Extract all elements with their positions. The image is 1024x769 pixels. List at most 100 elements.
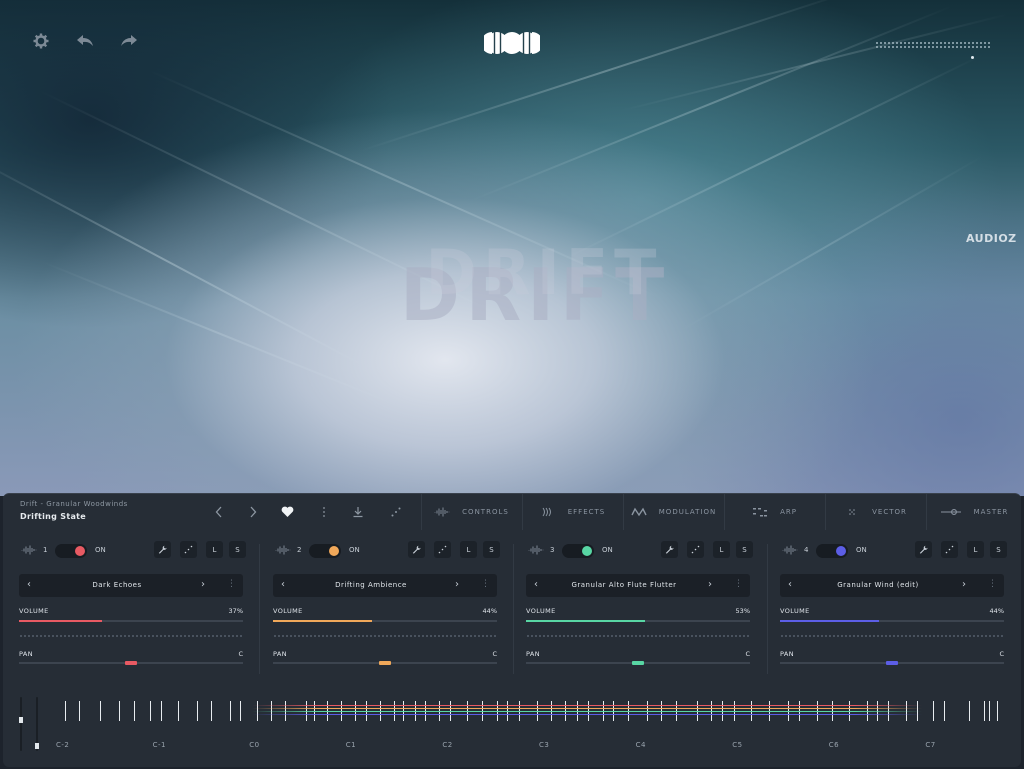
chevron-right-icon[interactable]: › [201,579,205,590]
octave-label: C6 [828,741,840,749]
undo-icon[interactable] [74,30,96,52]
layer-2: 2 ON L S ‹ Drifting Ambience › ⋮ VOLUME … [273,541,511,677]
pan-slider[interactable] [526,661,750,665]
mod-wheels [18,697,48,751]
layer-lock-button[interactable]: L [967,541,984,558]
pitch-wheel[interactable] [19,697,23,751]
vertical-dots-icon[interactable]: ⋮ [227,579,236,589]
gear-icon[interactable] [30,30,52,52]
pan-slider[interactable] [273,661,497,665]
wrench-icon [665,545,674,554]
vertical-dots-icon[interactable]: ⋮ [988,579,997,589]
control-panel: Drift - Granular Woodwinds Drifting Stat… [3,493,1021,767]
key-marker [134,701,135,721]
volume-slider[interactable] [19,620,243,622]
chevron-right-icon[interactable]: › [455,579,459,590]
layer-number: 4 [804,546,809,554]
wrench-icon [158,545,167,554]
preset-info[interactable]: Drift - Granular Woodwinds Drifting Stat… [20,500,128,521]
layer-preset-selector[interactable]: ‹ Granular Alto Flute Flutter › ⋮ [526,574,750,597]
randomize-button[interactable] [388,504,404,520]
pitch-wheel-handle[interactable] [19,717,23,723]
tab-arp[interactable]: ARP [724,494,824,530]
dotted-divider [526,635,750,637]
layer-lock-button[interactable]: L [713,541,730,558]
pan-handle[interactable] [886,661,898,665]
layer-randomize-button[interactable] [941,541,958,558]
tab-vector[interactable]: VECTOR [825,494,925,530]
layer-power-toggle[interactable] [55,544,87,558]
layer-randomize-button[interactable] [434,541,451,558]
dotted-divider [780,635,1004,637]
layer-randomize-button[interactable] [687,541,704,558]
signal-icon [542,507,551,517]
layer-preset-selector[interactable]: ‹ Dark Echoes › ⋮ [19,574,243,597]
layer-edit-button[interactable] [154,541,171,558]
key-marker [197,701,198,721]
pan-slider[interactable] [19,661,243,665]
layer-power-toggle[interactable] [309,544,341,558]
layer-preset-name: Granular Wind (edit) [837,581,919,589]
dotted-divider [19,635,243,637]
tab-label: CONTROLS [462,508,509,516]
favorite-button[interactable] [279,504,295,520]
layer-randomize-button[interactable] [180,541,197,558]
vertical-dots-icon[interactable]: ⋮ [481,579,490,589]
key-marker [230,701,231,721]
octave-label: C2 [442,741,453,749]
layer-preset-selector[interactable]: ‹ Drifting Ambience › ⋮ [273,574,497,597]
key-marker [79,701,80,721]
volume-label: VOLUME [780,607,810,615]
chevron-right-icon[interactable]: › [708,579,712,590]
layer-lock-button[interactable]: L [460,541,477,558]
layer-edit-button[interactable] [915,541,932,558]
modulation-icon [631,507,647,517]
pan-handle[interactable] [125,661,137,665]
layer-solo-button[interactable]: S [483,541,500,558]
layer-solo-button[interactable]: S [736,541,753,558]
tab-effects[interactable]: EFFECTS [522,494,622,530]
layer-power-toggle[interactable] [816,544,848,558]
vertical-dots-icon[interactable]: ⋮ [734,579,743,589]
tab-modulation[interactable]: MODULATION [623,494,723,530]
tab-master[interactable]: MASTER [926,494,1021,530]
prev-preset-button[interactable] [211,504,227,520]
volume-fill [526,620,645,622]
mod-wheel-handle[interactable] [35,743,39,749]
chevron-left-icon[interactable]: ‹ [788,579,792,590]
volume-slider[interactable] [526,620,750,622]
layer-edit-button[interactable] [661,541,678,558]
more-options-button[interactable] [316,504,332,520]
next-preset-button[interactable] [245,504,261,520]
layer-solo-button[interactable]: S [229,541,246,558]
light-streak [619,13,1009,112]
redo-icon[interactable] [118,30,140,52]
key-marker [211,701,212,721]
layer-preset-selector[interactable]: ‹ Granular Wind (edit) › ⋮ [780,574,1004,597]
tab-controls[interactable]: CONTROLS [421,494,521,530]
chevron-left-icon[interactable]: ‹ [27,579,31,590]
layer-power-toggle[interactable] [562,544,594,558]
pan-handle[interactable] [632,661,644,665]
key-marker [240,701,241,721]
keyboard-strip[interactable]: C-2 C-1 C0 C1 C2 C3 C4 C5 C6 C7 [3,689,1021,768]
volume-slider[interactable] [273,620,497,622]
chevron-left-icon[interactable]: ‹ [534,579,538,590]
volume-slider[interactable] [780,620,1004,622]
chevron-left-icon[interactable]: ‹ [281,579,285,590]
layer-key-range [252,708,922,709]
octave-label: C3 [539,741,550,749]
mod-wheel[interactable] [35,697,39,751]
download-icon [353,507,363,518]
pan-slider[interactable] [780,661,1004,665]
chevron-right-icon[interactable]: › [962,579,966,590]
save-button[interactable] [350,504,366,520]
layer-edit-button[interactable] [408,541,425,558]
octave-label: C-2 [56,741,70,749]
pan-handle[interactable] [379,661,391,665]
meter-dots [875,46,990,48]
pan-label: PAN [780,650,795,658]
layer-lock-button[interactable]: L [206,541,223,558]
layer-key-range [252,705,922,706]
layer-solo-button[interactable]: S [990,541,1007,558]
